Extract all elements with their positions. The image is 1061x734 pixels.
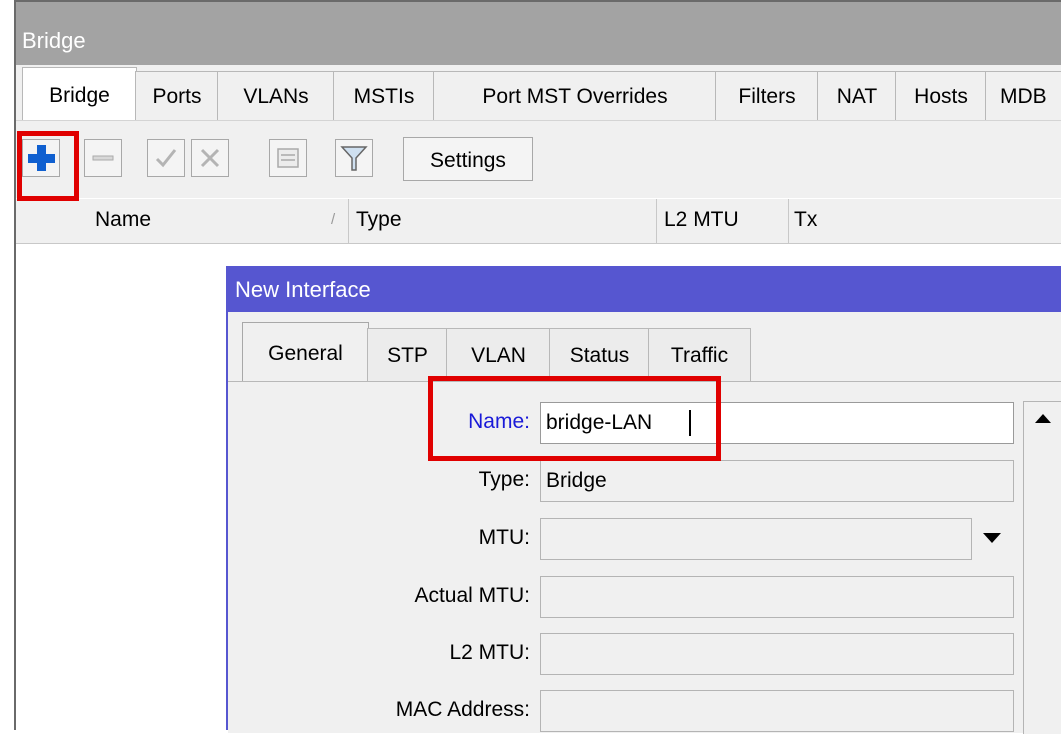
tab-mdb[interactable]: MDB <box>985 71 1061 121</box>
mac-address-field <box>540 690 1014 732</box>
window-title: Bridge <box>22 28 86 53</box>
column-header-l2-mtu[interactable]: L2 MTU <box>664 208 739 232</box>
filter-button[interactable] <box>335 139 373 177</box>
actual-mtu-field <box>540 576 1014 618</box>
toolbar: Settings <box>16 120 1061 198</box>
tab-filters[interactable]: Filters <box>715 71 819 121</box>
l2-mtu-field <box>540 633 1014 675</box>
actual-mtu-label: Actual MTU: <box>414 584 530 607</box>
comment-icon <box>277 148 299 168</box>
column-header-name[interactable]: Name <box>95 208 151 232</box>
tab-mstis[interactable]: MSTIs <box>333 71 435 121</box>
tab-bridge[interactable]: Bridge <box>22 67 137 121</box>
sort-indicator-icon: / <box>331 211 336 228</box>
remove-icon <box>92 155 114 161</box>
tab-status[interactable]: Status <box>549 328 650 383</box>
mtu-dropdown-button[interactable] <box>974 518 1012 558</box>
tab-vlan[interactable]: VLAN <box>446 328 551 383</box>
table-header: Name / Type L2 MTU Tx <box>16 199 1061 244</box>
comment-button[interactable] <box>269 139 307 177</box>
scroll-up-icon[interactable] <box>1024 402 1061 442</box>
tab-bar: Bridge Ports VLANs MSTIs Port MST Overri… <box>16 65 1061 121</box>
filter-icon <box>340 146 368 171</box>
mtu-label: MTU: <box>478 526 530 549</box>
tab-port-mst-overrides[interactable]: Port MST Overrides <box>433 71 717 121</box>
column-separator <box>788 199 789 243</box>
tab-vlans[interactable]: VLANs <box>217 71 335 121</box>
dialog-title: New Interface <box>235 277 371 302</box>
column-separator <box>348 199 349 243</box>
disable-button[interactable] <box>191 139 229 177</box>
enable-button[interactable] <box>147 139 185 177</box>
enable-icon <box>155 149 177 168</box>
tab-hosts[interactable]: Hosts <box>895 71 987 121</box>
disable-icon <box>200 148 220 168</box>
type-field: Bridge <box>540 460 1014 502</box>
highlight-box-name <box>428 376 721 461</box>
highlight-box-add <box>17 131 79 201</box>
type-label: Type: <box>478 468 530 491</box>
column-separator <box>656 199 657 243</box>
tab-ports[interactable]: Ports <box>135 71 219 121</box>
tab-stp[interactable]: STP <box>367 328 448 383</box>
tab-traffic[interactable]: Traffic <box>648 328 751 383</box>
mac-address-label: MAC Address: <box>395 698 530 721</box>
column-header-tx[interactable]: Tx <box>794 208 817 232</box>
new-interface-dialog: New Interface General STP VLAN Status Tr… <box>226 266 1061 734</box>
chevron-down-icon <box>983 533 1001 543</box>
tab-nat[interactable]: NAT <box>817 71 897 121</box>
remove-button[interactable] <box>84 139 122 177</box>
column-header-type[interactable]: Type <box>356 208 402 232</box>
settings-button[interactable]: Settings <box>403 137 533 181</box>
l2-mtu-label: L2 MTU: <box>449 641 530 664</box>
scrollbar[interactable] <box>1023 401 1061 734</box>
dialog-tab-bar: General STP VLAN Status Traffic <box>228 312 1061 383</box>
tab-general[interactable]: General <box>242 322 369 383</box>
dialog-title-bar[interactable]: New Interface <box>228 268 1061 312</box>
mtu-field[interactable] <box>540 518 972 560</box>
window-title-bar[interactable]: Bridge <box>16 2 1061 65</box>
